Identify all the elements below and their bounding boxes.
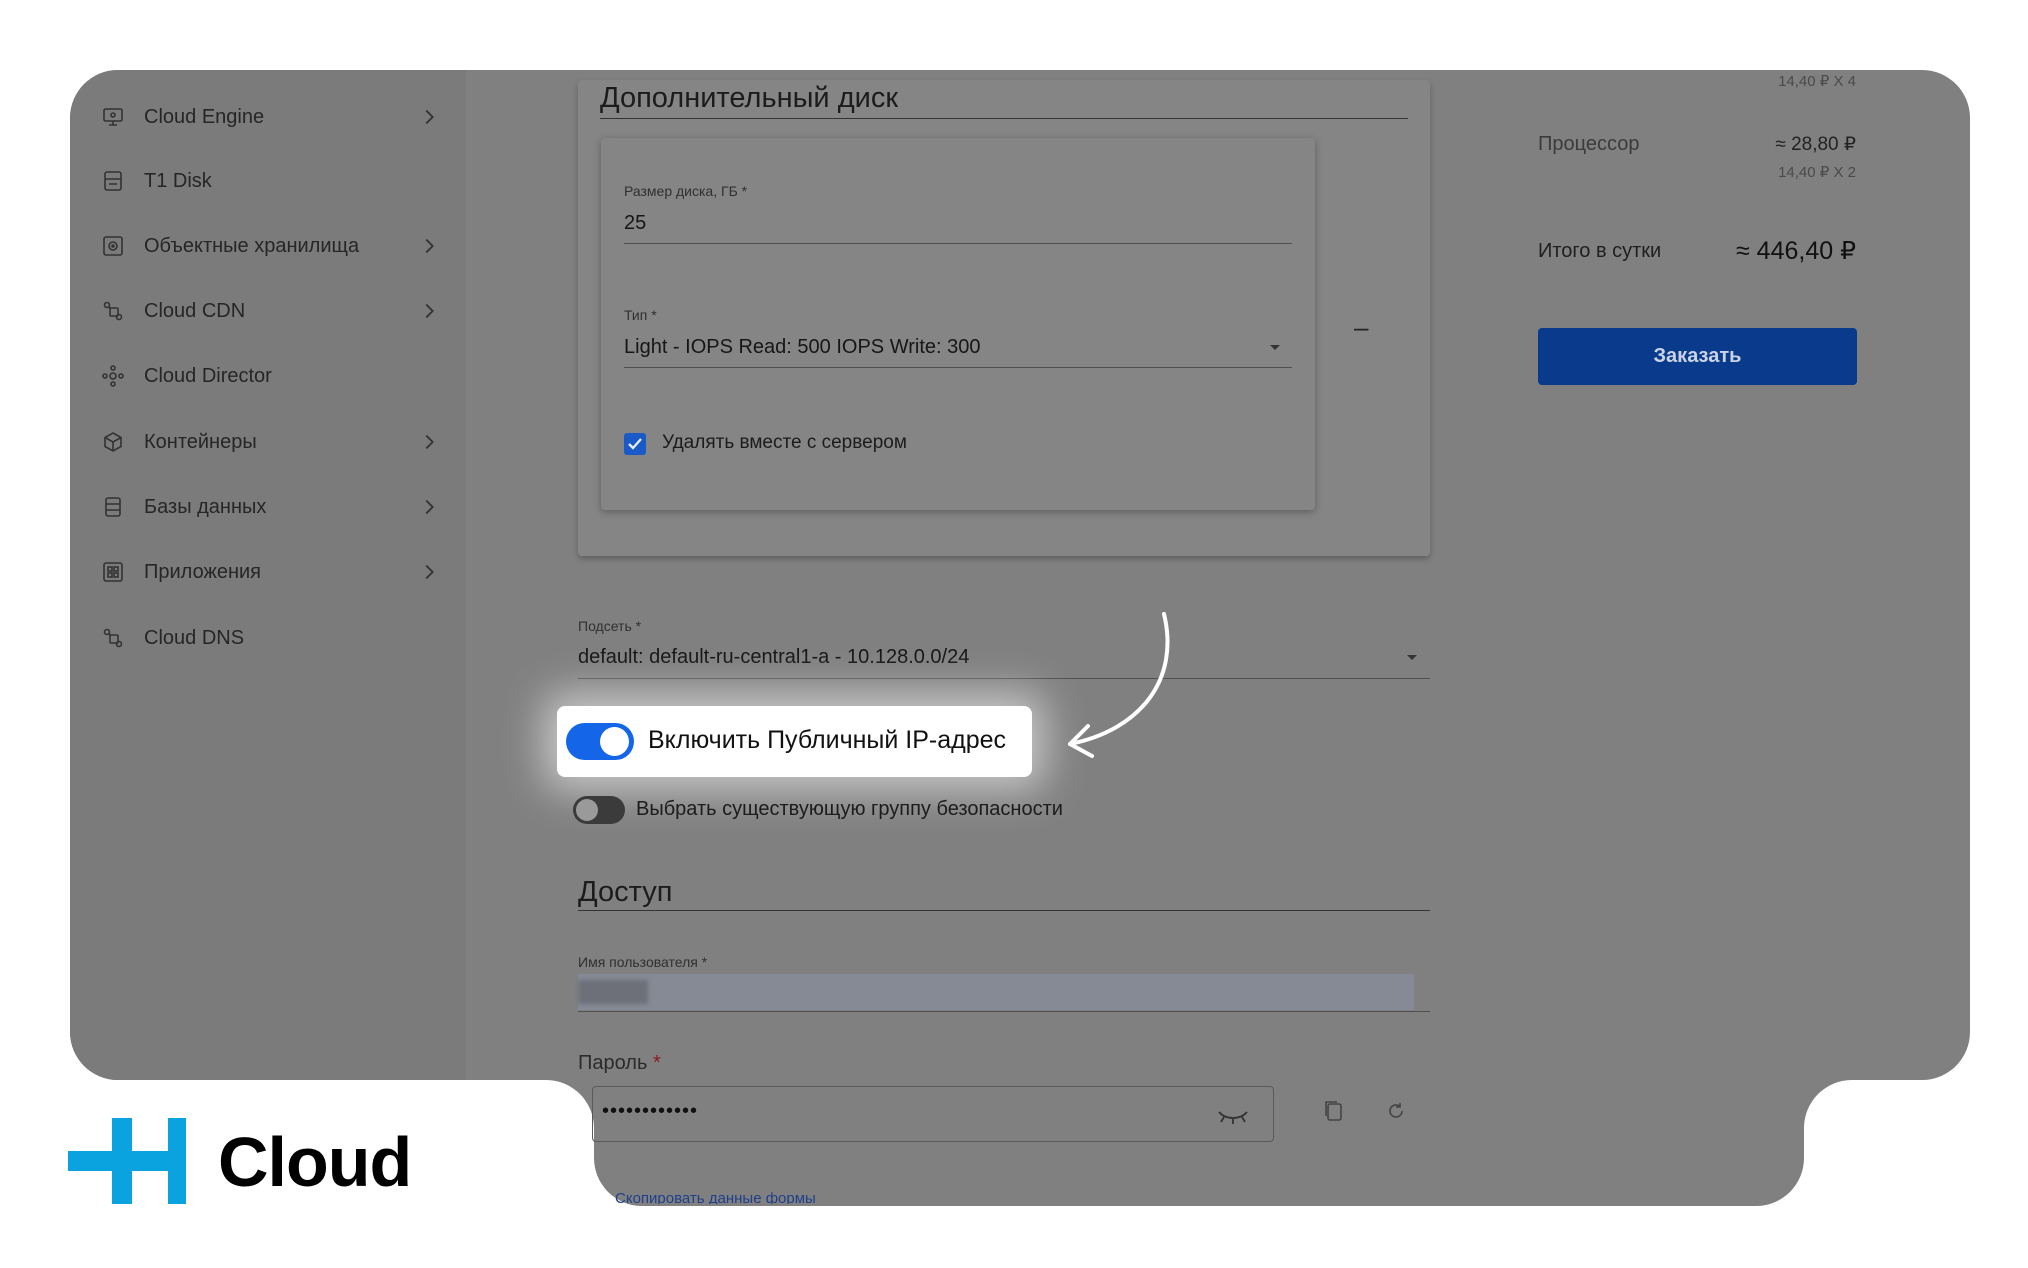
brand-bar-icon — [168, 1118, 186, 1204]
delete-with-server-label: Удалять вместе с сервером — [662, 432, 907, 453]
disk-size-underline — [624, 243, 1292, 244]
sidebar-item-cloud-director[interactable]: Cloud Director — [100, 351, 440, 401]
copy-form-link[interactable]: Скопировать данные формы — [615, 1186, 915, 1204]
public-ip-label: Включить Публичный IP-адрес — [648, 726, 1007, 754]
cube-icon — [100, 429, 126, 455]
order-button[interactable]: Заказать — [1538, 328, 1857, 385]
monitor-icon — [100, 104, 126, 130]
database-icon — [100, 494, 126, 520]
disk-type-underline — [624, 367, 1292, 368]
subnet-underline — [578, 678, 1430, 679]
sidebar-item-cloud-dns[interactable]: Cloud DNS — [100, 613, 440, 663]
checkmark-icon — [628, 438, 642, 450]
sidebar-item-label: Cloud CDN — [144, 299, 246, 322]
sidebar-item-databases[interactable]: Базы данных — [100, 482, 440, 532]
remove-disk-button[interactable]: – — [1354, 312, 1368, 343]
username-input[interactable] — [578, 974, 1414, 1010]
sidebar-item-containers[interactable]: Контейнеры — [100, 417, 440, 467]
password-value: •••••••••••• — [602, 1100, 699, 1122]
delete-with-server-checkbox[interactable] — [624, 433, 646, 455]
subnet-select[interactable]: default: default-ru-central1-a - 10.128.… — [578, 646, 969, 669]
divider — [578, 910, 1430, 911]
chevron-right-icon — [425, 434, 434, 450]
sidebar-item-applications[interactable]: Приложения — [100, 547, 440, 597]
eye-closed-icon[interactable] — [1216, 1104, 1250, 1126]
password-label: Пароль * — [578, 1052, 661, 1074]
copy-icon[interactable] — [1322, 1098, 1346, 1124]
chevron-right-icon — [425, 303, 434, 319]
security-group-toggle[interactable] — [573, 796, 625, 824]
disk-size-label: Размер диска, ГБ * — [624, 183, 748, 199]
access-section-title: Доступ — [578, 876, 673, 908]
sidebar-item-cloud-engine[interactable]: Cloud Engine — [100, 92, 440, 142]
daily-total-label: Итого в сутки — [1538, 240, 1662, 262]
sidebar-item-label: Cloud Engine — [144, 105, 265, 128]
director-icon — [100, 363, 126, 389]
sidebar-item-label: T1 Disk — [144, 169, 212, 192]
subnet-label: Подсеть * — [578, 618, 642, 634]
chevron-right-icon — [425, 564, 434, 580]
toggle-knob — [600, 727, 629, 756]
chevron-right-icon — [425, 238, 434, 254]
sidebar-item-label: Cloud Director — [144, 364, 272, 387]
disk-size-input[interactable]: 25 — [624, 212, 646, 235]
sidebar-item-label: Cloud DNS — [144, 626, 245, 649]
sidebar-item-label: Объектные хранилища — [144, 234, 360, 257]
chevron-right-icon — [425, 499, 434, 515]
sidebar-item-cloud-cdn[interactable]: Cloud CDN — [100, 286, 440, 336]
top-price-detail: 14,40 ₽ X 4 — [1778, 73, 1856, 90]
username-label: Имя пользователя * — [578, 954, 708, 970]
copy-form-link-clip: Скопировать данные формы — [615, 1186, 915, 1204]
network-icon — [100, 625, 126, 651]
chevron-right-icon — [425, 109, 434, 125]
redacted-username — [578, 980, 648, 1004]
sidebar-item-label: Базы данных — [144, 495, 267, 518]
dropdown-arrow-icon[interactable] — [1405, 652, 1419, 662]
security-group-label: Выбрать существующую группу безопасности — [636, 798, 1063, 820]
storage-icon — [100, 233, 126, 259]
public-ip-toggle[interactable] — [566, 723, 634, 760]
brand-name: Cloud — [218, 1123, 412, 1201]
sidebar-item-object-storage[interactable]: Объектные хранилища — [100, 221, 440, 271]
dropdown-arrow-icon[interactable] — [1268, 342, 1282, 352]
toggle-knob — [576, 799, 598, 821]
divider — [600, 118, 1408, 119]
username-underline — [578, 1011, 1430, 1012]
sidebar-item-t1-disk[interactable]: T1 Disk — [100, 156, 440, 206]
sidebar-item-label: Контейнеры — [144, 430, 257, 453]
refresh-icon[interactable] — [1384, 1099, 1408, 1123]
cpu-label: Процессор — [1538, 133, 1640, 155]
disk-type-label: Тип * — [624, 307, 657, 323]
sidebar-item-label: Приложения — [144, 560, 262, 583]
cpu-price-detail: 14,40 ₽ X 2 — [1778, 164, 1856, 181]
network-icon — [100, 298, 126, 324]
disk-icon — [100, 168, 126, 194]
apps-icon — [100, 559, 126, 585]
cpu-price: ≈ 28,80 ₽ — [1775, 134, 1856, 155]
disk-section-title: Дополнительный диск — [600, 82, 899, 114]
disk-type-select[interactable]: Light - IOPS Read: 500 IOPS Write: 300 — [624, 336, 980, 359]
daily-total-value: ≈ 446,40 ₽ — [1736, 237, 1856, 265]
annotation-arrow-icon — [1068, 612, 1170, 758]
